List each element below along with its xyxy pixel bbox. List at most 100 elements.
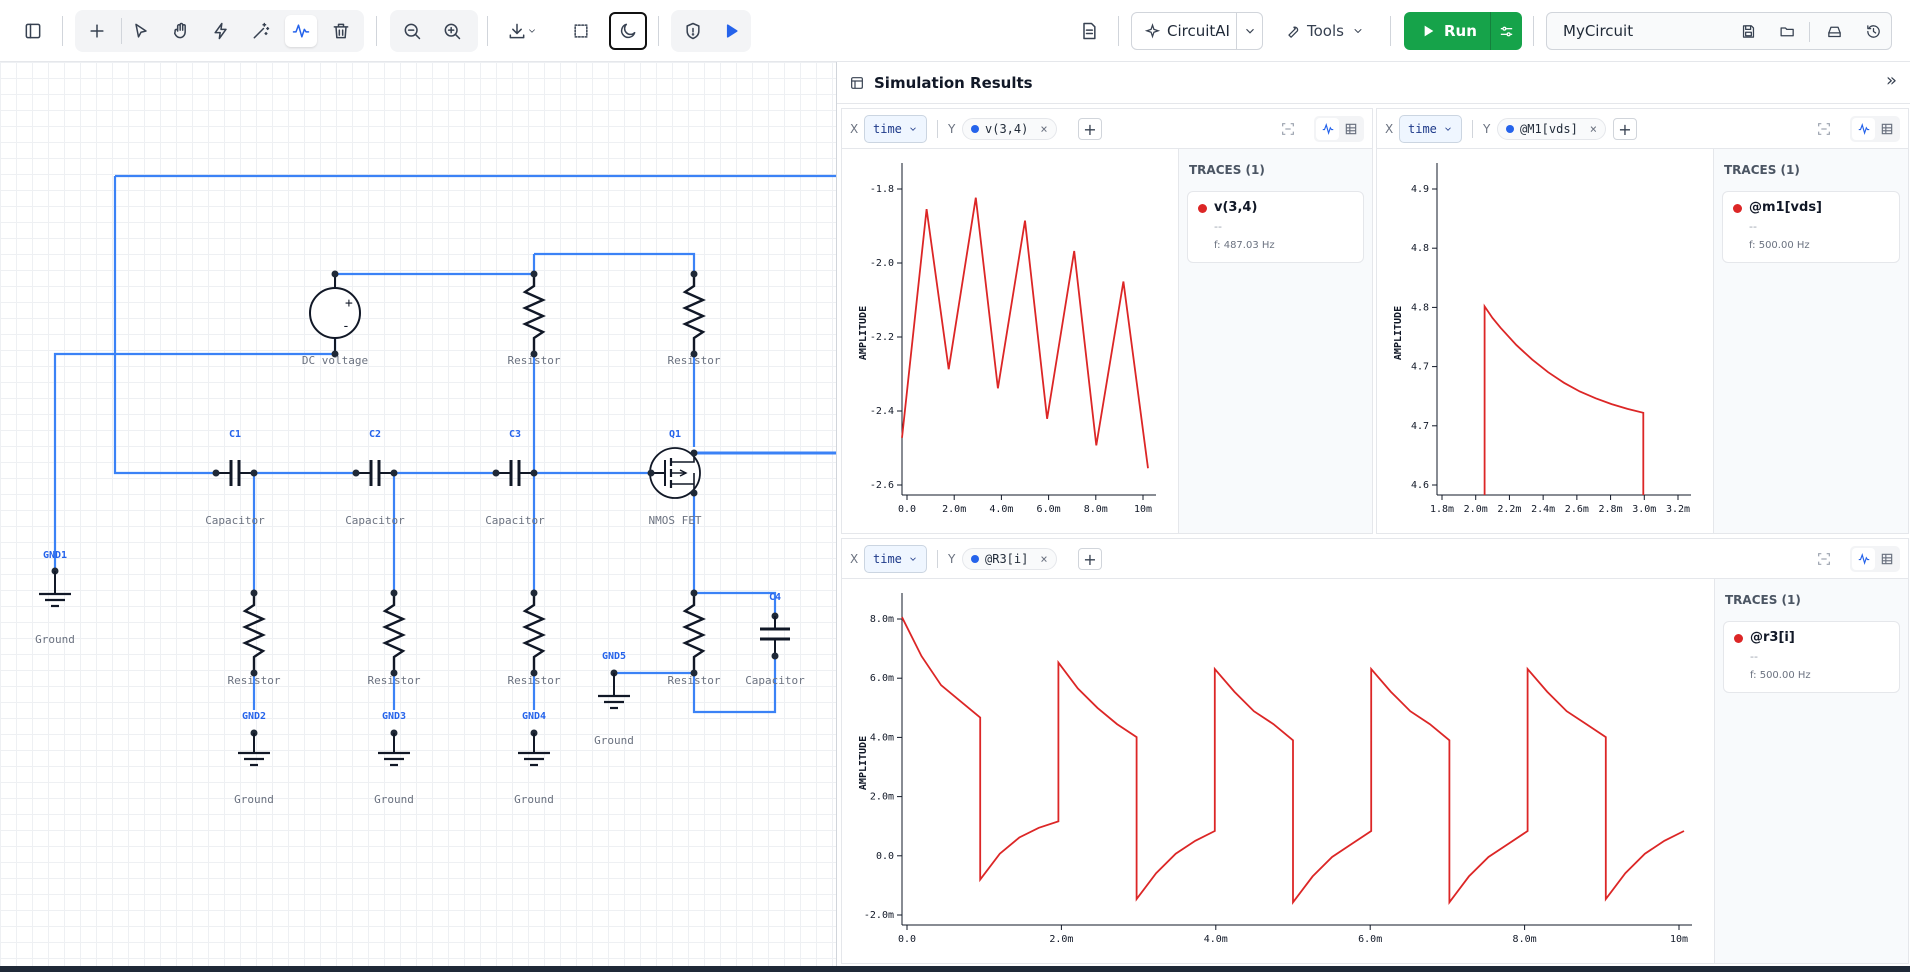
- auto-arrange-button[interactable]: [245, 15, 277, 47]
- y-trace-chip[interactable]: @M1[vds] ×: [1497, 118, 1607, 140]
- dc-voltage-source[interactable]: + -: [309, 270, 361, 358]
- y-axis-title: AMPLITUDE: [1393, 306, 1404, 360]
- add-component-button[interactable]: [81, 15, 113, 47]
- export-dropdown-button[interactable]: [500, 15, 544, 47]
- waveform-tool-button[interactable]: [285, 15, 317, 47]
- x-axis-select[interactable]: time: [864, 115, 927, 143]
- notes-button[interactable]: [1073, 15, 1105, 47]
- wire[interactable]: [113, 176, 216, 475]
- line-chart[interactable]: 1.8m 2.0m 2.2m 2.4m 2.6m 2.8m 3.0m 3.2m 4.9 4.8 4.…: [1377, 149, 1713, 531]
- trace-name: v(3,4): [1214, 200, 1258, 215]
- remove-trace-icon[interactable]: ×: [1040, 552, 1047, 566]
- ground-symbol[interactable]: [518, 729, 550, 767]
- save-button[interactable]: [1732, 15, 1764, 47]
- y-trace-chip[interactable]: @R3[i] ×: [962, 548, 1057, 570]
- trace-color-dot: [1198, 204, 1207, 213]
- sidebar-toggle-button[interactable]: [17, 15, 49, 47]
- resistor[interactable]: [522, 589, 546, 677]
- remove-trace-icon[interactable]: ×: [1040, 122, 1047, 136]
- y-trace-chip[interactable]: v(3,4) ×: [962, 118, 1057, 140]
- tools-menu-button[interactable]: Tools: [1284, 15, 1392, 47]
- series-line[interactable]: [901, 616, 1685, 905]
- capacitor[interactable]: [212, 460, 258, 486]
- add-trace-button[interactable]: +: [1078, 548, 1102, 570]
- component-ref: C1: [229, 429, 241, 440]
- circuitai-label: CircuitAI: [1167, 22, 1230, 40]
- validate-button[interactable]: [677, 15, 709, 47]
- traces-sidebar: TRACES (1) @m1[vds] -- f: 500.00 Hz: [1713, 149, 1908, 533]
- table-view-button[interactable]: [1340, 118, 1362, 140]
- resistor[interactable]: [242, 589, 266, 677]
- trace-value: --: [1750, 650, 1758, 663]
- x-axis-select[interactable]: time: [864, 545, 927, 573]
- fit-view-icon[interactable]: [1816, 551, 1832, 567]
- resistor[interactable]: [682, 270, 706, 358]
- ground-symbol[interactable]: [39, 567, 71, 608]
- history-button[interactable]: [1857, 15, 1889, 47]
- resistor[interactable]: [522, 270, 546, 358]
- trace-card[interactable]: @m1[vds] -- f: 500.00 Hz: [1722, 191, 1900, 263]
- table-icon: [1345, 123, 1357, 135]
- capacitor[interactable]: [760, 612, 790, 660]
- remove-trace-icon[interactable]: ×: [1590, 122, 1597, 136]
- line-chart[interactable]: 0.0 2.0m 4.0m 6.0m 8.0m 10m -1.8 -2.0 -2.2 -2.4 -2…: [842, 149, 1178, 531]
- pill-divider: [1809, 22, 1810, 42]
- select-tool-button[interactable]: [125, 15, 157, 47]
- trace-color-dot: [1734, 634, 1743, 643]
- collapse-panel-icon[interactable]: »: [1886, 70, 1897, 91]
- theme-toggle-button[interactable]: [609, 12, 647, 50]
- pan-tool-button[interactable]: [165, 15, 197, 47]
- schematic-canvas[interactable]: + - DC voltage Resistor Resistor C1 Capa…: [0, 62, 836, 972]
- circuit-name-text: MyCircuit: [1563, 22, 1634, 40]
- ground-symbol[interactable]: [598, 669, 630, 710]
- chart-view-button[interactable]: [1852, 548, 1875, 570]
- run-button[interactable]: Run: [1404, 12, 1522, 50]
- zoom-out-button[interactable]: [396, 15, 428, 47]
- delete-button[interactable]: [325, 15, 357, 47]
- open-button[interactable]: [1771, 15, 1803, 47]
- series-line[interactable]: [901, 197, 1149, 469]
- circuit-name-field[interactable]: MyCircuit: [1546, 12, 1892, 50]
- chart-view-button[interactable]: [1852, 118, 1875, 140]
- x-axis-select[interactable]: time: [1399, 115, 1462, 143]
- wire[interactable]: [694, 591, 777, 616]
- trace-name: @m1[vds]: [1749, 200, 1822, 215]
- resistor[interactable]: [382, 589, 406, 677]
- trace-value: --: [1749, 220, 1757, 233]
- component-ref: C2: [369, 429, 381, 440]
- add-trace-button[interactable]: +: [1613, 118, 1637, 140]
- line-chart[interactable]: 0.0 2.0m 4.0m 6.0m 8.0m 10m 8.0m 6.0m 4.0m 2.0m 0.…: [842, 579, 1714, 961]
- ground-symbol[interactable]: [238, 729, 270, 767]
- quick-run-button[interactable]: [715, 15, 747, 47]
- box-select-button[interactable]: [565, 15, 597, 47]
- capacitor[interactable]: [492, 460, 538, 486]
- fit-view-icon[interactable]: [1816, 121, 1832, 137]
- table-view-button[interactable]: [1876, 118, 1898, 140]
- add-trace-button[interactable]: +: [1078, 118, 1102, 140]
- download-icon: [509, 23, 525, 39]
- fit-view-icon[interactable]: [1280, 121, 1296, 137]
- trace-color-dot: [971, 555, 979, 563]
- resistor[interactable]: [682, 589, 706, 677]
- y-tick-label: 4.7: [1411, 362, 1429, 373]
- trace-card[interactable]: v(3,4) -- f: 487.03 Hz: [1187, 191, 1364, 263]
- wire[interactable]: [534, 252, 696, 275]
- capacitor[interactable]: [352, 460, 398, 486]
- component-ref: GND3: [382, 711, 406, 722]
- nmos-fet[interactable]: [647, 447, 701, 499]
- chart-view-button[interactable]: [1316, 118, 1339, 140]
- wire[interactable]: [53, 352, 335, 571]
- traces-header: TRACES (1): [1725, 593, 1801, 607]
- trace-card[interactable]: @r3[i] -- f: 500.00 Hz: [1723, 621, 1900, 693]
- component-ref: GND5: [602, 651, 626, 662]
- table-view-button[interactable]: [1876, 548, 1898, 570]
- waveform-icon: [1858, 553, 1869, 566]
- wire-tool-button[interactable]: [205, 15, 237, 47]
- series-line[interactable]: [1483, 303, 1645, 495]
- zoom-in-button[interactable]: [436, 15, 468, 47]
- storage-button[interactable]: [1818, 15, 1850, 47]
- run-divider: [1490, 12, 1491, 50]
- ground-symbol[interactable]: [378, 729, 410, 767]
- component-label: Capacitor: [205, 514, 265, 527]
- circuitai-button[interactable]: CircuitAI: [1131, 12, 1263, 50]
